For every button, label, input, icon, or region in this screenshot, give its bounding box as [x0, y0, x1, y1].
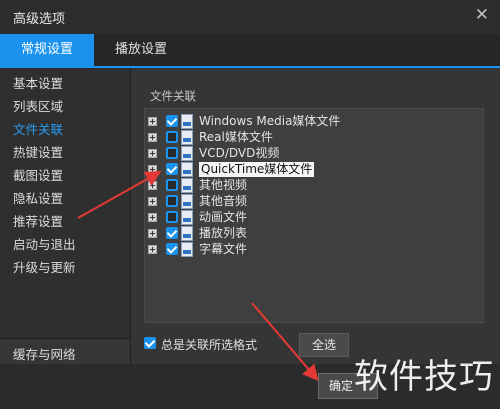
- always-associate-label: 总是关联所选格式: [161, 338, 258, 352]
- row-checkbox[interactable]: [166, 243, 178, 255]
- sidebar-item-upgrade[interactable]: 升级与更新: [13, 257, 76, 276]
- tab-general-settings[interactable]: 常规设置: [0, 34, 94, 66]
- expand-icon[interactable]: [148, 149, 157, 158]
- list-item[interactable]: 其他视频: [148, 178, 428, 194]
- expand-icon[interactable]: [148, 133, 157, 142]
- file-type-icon: [181, 162, 193, 177]
- file-type-icon: [181, 114, 193, 129]
- expand-icon[interactable]: [148, 117, 157, 126]
- list-item[interactable]: Windows Media媒体文件: [148, 114, 428, 130]
- select-all-button[interactable]: 全选: [299, 333, 349, 357]
- row-label: 字幕文件: [199, 242, 248, 256]
- row-checkbox[interactable]: [166, 227, 178, 239]
- sidebar-item-screenshot[interactable]: 截图设置: [13, 165, 63, 184]
- title-bar: 高级选项 ✕: [0, 0, 500, 34]
- row-label: VCD/DVD视频: [199, 146, 280, 160]
- sidebar-item-list-area[interactable]: 列表区域: [13, 96, 63, 115]
- file-type-icon: [181, 210, 193, 225]
- file-type-icon: [181, 178, 193, 193]
- window-title: 高级选项: [13, 12, 66, 27]
- sidebar-item-cache-network[interactable]: 缓存与网络: [0, 338, 130, 365]
- expand-icon[interactable]: [148, 165, 157, 174]
- file-type-icon: [181, 194, 193, 209]
- row-checkbox[interactable]: [166, 195, 178, 207]
- sidebar-item-file-association[interactable]: 文件关联: [13, 119, 63, 138]
- sidebar-item-privacy[interactable]: 隐私设置: [13, 188, 63, 207]
- always-associate-checkbox[interactable]: [144, 337, 156, 349]
- row-label: Windows Media媒体文件: [199, 114, 341, 128]
- file-type-icon: [181, 226, 193, 241]
- file-type-icon: [181, 146, 193, 161]
- row-checkbox[interactable]: [166, 147, 178, 159]
- row-label: 动画文件: [199, 210, 248, 224]
- row-checkbox[interactable]: [166, 131, 178, 143]
- row-label: 播放列表: [199, 226, 248, 240]
- expand-icon[interactable]: [148, 181, 157, 190]
- list-item[interactable]: VCD/DVD视频: [148, 146, 428, 162]
- section-title: 文件关联: [150, 89, 196, 103]
- list-item[interactable]: QuickTime媒体文件: [148, 162, 428, 178]
- expand-icon[interactable]: [148, 229, 157, 238]
- list-item[interactable]: 动画文件: [148, 210, 428, 226]
- close-icon[interactable]: ✕: [475, 6, 489, 24]
- sidebar: 基本设置 列表区域 文件关联 热键设置 截图设置 隐私设置 推荐设置 启动与退出…: [0, 68, 131, 365]
- expand-icon[interactable]: [148, 197, 157, 206]
- row-checkbox[interactable]: [166, 211, 178, 223]
- list-item[interactable]: 字幕文件: [148, 242, 428, 258]
- sidebar-item-basic[interactable]: 基本设置: [13, 73, 63, 92]
- row-checkbox[interactable]: [166, 163, 178, 175]
- row-label: QuickTime媒体文件: [199, 162, 315, 177]
- file-type-icon: [181, 242, 193, 257]
- sidebar-item-label: 缓存与网络: [13, 347, 76, 362]
- sidebar-item-startup-exit[interactable]: 启动与退出: [13, 234, 76, 253]
- tab-bar: 常规设置 播放设置: [0, 34, 500, 68]
- sidebar-item-hotkeys[interactable]: 热键设置: [13, 142, 63, 161]
- watermark-text: 软件技巧: [354, 357, 494, 397]
- list-item[interactable]: 播放列表: [148, 226, 428, 242]
- list-item[interactable]: 其他音频: [148, 194, 428, 210]
- expand-icon[interactable]: [148, 213, 157, 222]
- row-label: 其他音频: [199, 194, 248, 208]
- row-checkbox[interactable]: [166, 179, 178, 191]
- sidebar-item-recommend[interactable]: 推荐设置: [13, 211, 63, 230]
- expand-icon[interactable]: [148, 245, 157, 254]
- list-item[interactable]: Real媒体文件: [148, 130, 428, 146]
- row-checkbox[interactable]: [166, 115, 178, 127]
- row-label: Real媒体文件: [199, 130, 273, 144]
- tab-playback-settings[interactable]: 播放设置: [96, 34, 186, 66]
- file-type-icon: [181, 130, 193, 145]
- row-label: 其他视频: [199, 178, 248, 192]
